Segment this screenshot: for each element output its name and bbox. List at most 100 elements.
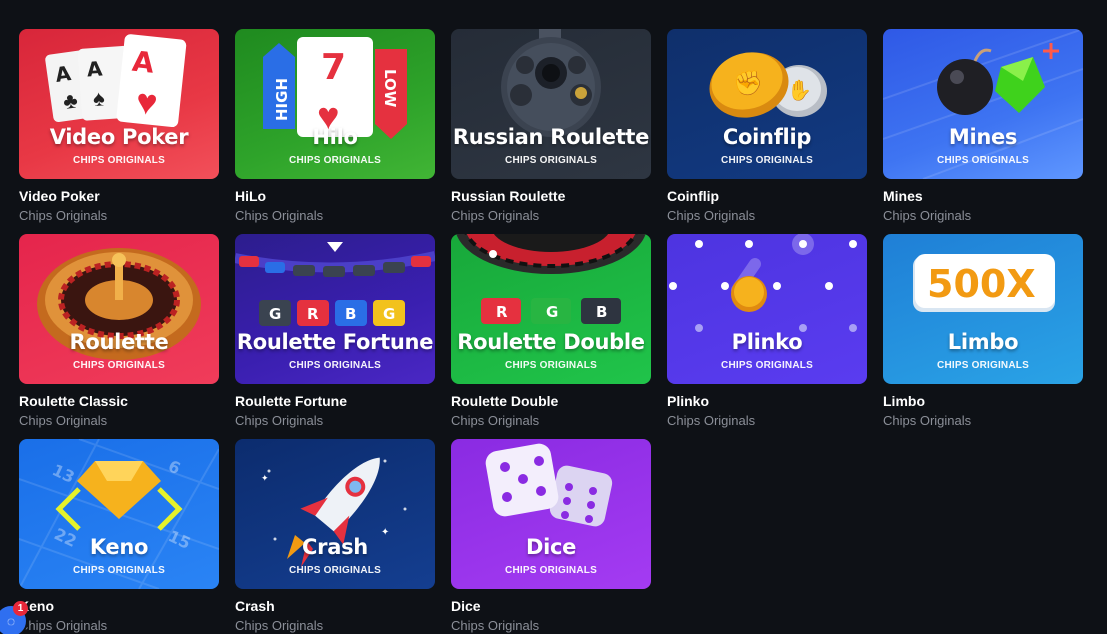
game-thumbnail[interactable]: G R B G Roulette Fortune CHIPS ORIGINALS [235,234,435,384]
svg-text:✦: ✦ [261,473,269,483]
game-provider: Chips Originals [235,208,324,223]
game-title[interactable]: Dice [451,598,651,615]
svg-text:✊: ✊ [733,70,763,97]
multiplier-text: 500X [927,262,1036,306]
game-title[interactable]: Russian Roulette [451,188,651,205]
game-title[interactable]: Limbo [883,393,1083,410]
game-card-crash[interactable]: ✦ ✦ Crash CHIPS ORIGINALS Crash Chips Or… [235,439,435,634]
game-provider: Chips Originals [235,413,324,428]
thumb-title: Mines [948,125,1018,149]
thumb-title: Russian Roulette [452,125,650,149]
game-card-dice[interactable]: Dice CHIPS ORIGINALS Dice Chips Original… [451,439,651,634]
game-card-hilo[interactable]: 7 ♥ HIGH LOW Hilo CHIPS ORIGINALS HiLo C… [235,29,435,234]
thumb-subtitle: CHIPS ORIGINALS [289,565,381,576]
game-thumbnail[interactable]: ✋ ✊ Coinflip CHIPS ORIGINALS [667,29,867,179]
game-provider: Chips Originals [451,618,540,633]
tile-label: G [383,305,395,323]
game-title[interactable]: HiLo [235,188,435,205]
thumb-title: Video Poker [49,125,189,149]
thumb-subtitle: CHIPS ORIGINALS [721,360,813,371]
game-provider: Chips Originals [19,413,108,428]
game-title[interactable]: Plinko [667,393,867,410]
thumb-subtitle: CHIPS ORIGINALS [721,155,813,166]
thumb-subtitle: CHIPS ORIGINALS [937,360,1029,371]
chat-icon: ◌ [6,613,16,629]
game-provider: Chips Originals [19,208,108,223]
thumb-title: Roulette Fortune [236,330,434,354]
thumb-title: Limbo [947,330,1019,354]
game-thumbnail[interactable]: 7 ♥ HIGH LOW Hilo CHIPS ORIGINALS [235,29,435,179]
game-thumbnail[interactable]: Russian Roulette CHIPS ORIGINALS [451,29,651,179]
game-provider: Chips Originals [667,413,756,428]
tile-label: B [345,305,356,323]
game-card-coinflip[interactable]: ✋ ✊ Coinflip CHIPS ORIGINALS Coinflip Ch… [667,29,867,234]
thumb-subtitle: CHIPS ORIGINALS [505,565,597,576]
game-card-mines[interactable]: Mines CHIPS ORIGINALS Mines Chips Origin… [883,29,1083,234]
thumb-title: Keno [89,535,149,559]
hilo-high-label: HIGH [273,78,291,121]
game-provider: Chips Originals [451,413,540,428]
game-provider: Chips Originals [235,618,324,633]
game-title[interactable]: Roulette Classic [19,393,219,410]
svg-text:♥: ♥ [134,80,160,123]
thumb-subtitle: CHIPS ORIGINALS [73,155,165,166]
game-card-russian-roulette[interactable]: Russian Roulette CHIPS ORIGINALS Russian… [451,29,651,234]
game-thumbnail[interactable]: ✦ ✦ Crash CHIPS ORIGINALS [235,439,435,589]
game-thumbnail[interactable]: Mines CHIPS ORIGINALS [883,29,1083,179]
game-title[interactable]: Crash [235,598,435,615]
game-title[interactable]: Roulette Fortune [235,393,435,410]
games-grid: A ♣ A ♠ A ♥ Video Poker CHIPS ORIGINALS … [19,29,1083,634]
hilo-card-value: 7 [321,47,346,88]
thumb-subtitle: CHIPS ORIGINALS [73,360,165,371]
tile-label: G [546,303,558,321]
game-card-roulette-fortune[interactable]: G R B G Roulette Fortune CHIPS ORIGINALS… [235,234,435,439]
game-card-limbo[interactable]: 500X Limbo CHIPS ORIGINALS Limbo Chips O… [883,234,1083,439]
game-card-roulette-classic[interactable]: Roulette CHIPS ORIGINALS Roulette Classi… [19,234,219,439]
thumb-title: Dice [525,535,577,559]
game-card-roulette-double[interactable]: R G B Roulette Double CHIPS ORIGINALS Ro… [451,234,651,439]
tile-label: B [596,303,607,321]
thumb-subtitle: CHIPS ORIGINALS [937,155,1029,166]
game-provider: Chips Originals [667,208,756,223]
game-provider: Chips Originals [451,208,540,223]
game-thumbnail[interactable]: R G B Roulette Double CHIPS ORIGINALS [451,234,651,384]
thumb-title: Roulette [69,330,169,354]
hilo-low-label: LOW [381,69,399,108]
game-provider: Chips Originals [883,208,972,223]
keno-number: 13 [49,460,77,487]
tile-label: R [496,303,508,321]
thumb-subtitle: CHIPS ORIGINALS [73,565,165,576]
svg-text:✋: ✋ [787,78,812,102]
game-thumbnail[interactable]: Roulette CHIPS ORIGINALS [19,234,219,384]
game-title[interactable]: Video Poker [19,188,219,205]
game-card-keno[interactable]: 13 6 22 15 Keno CHIPS ORIGINALS Keno Chi… [19,439,219,634]
thumb-title: Crash [302,535,368,559]
game-thumbnail[interactable]: 13 6 22 15 Keno CHIPS ORIGINALS [19,439,219,589]
game-title[interactable]: Keno [19,598,219,615]
thumb-title: Coinflip [722,125,812,149]
tile-label: R [307,305,319,323]
thumb-title: Hilo [312,125,358,149]
thumb-subtitle: CHIPS ORIGINALS [289,360,381,371]
game-thumbnail[interactable]: Dice CHIPS ORIGINALS [451,439,651,589]
tile-label: G [269,305,281,323]
svg-text:A: A [86,56,104,81]
thumb-subtitle: CHIPS ORIGINALS [505,155,597,166]
game-provider: Chips Originals [883,413,972,428]
thumb-title: Roulette Double [457,330,645,354]
game-thumbnail[interactable]: A ♣ A ♠ A ♥ Video Poker CHIPS ORIGINALS [19,29,219,179]
thumb-subtitle: CHIPS ORIGINALS [505,360,597,371]
game-title[interactable]: Roulette Double [451,393,651,410]
thumb-title: Plinko [731,330,803,354]
notification-badge: 1 [13,601,28,616]
game-card-video-poker[interactable]: A ♣ A ♠ A ♥ Video Poker CHIPS ORIGINALS … [19,29,219,234]
game-thumbnail[interactable]: Plinko CHIPS ORIGINALS [667,234,867,384]
game-title[interactable]: Mines [883,188,1083,205]
game-provider: Chips Originals [19,618,108,633]
game-thumbnail[interactable]: 500X Limbo CHIPS ORIGINALS [883,234,1083,384]
game-title[interactable]: Coinflip [667,188,867,205]
thumb-subtitle: CHIPS ORIGINALS [289,155,381,166]
game-card-plinko[interactable]: Plinko CHIPS ORIGINALS Plinko Chips Orig… [667,234,867,439]
svg-text:♠: ♠ [92,85,106,111]
svg-text:A: A [131,45,156,80]
